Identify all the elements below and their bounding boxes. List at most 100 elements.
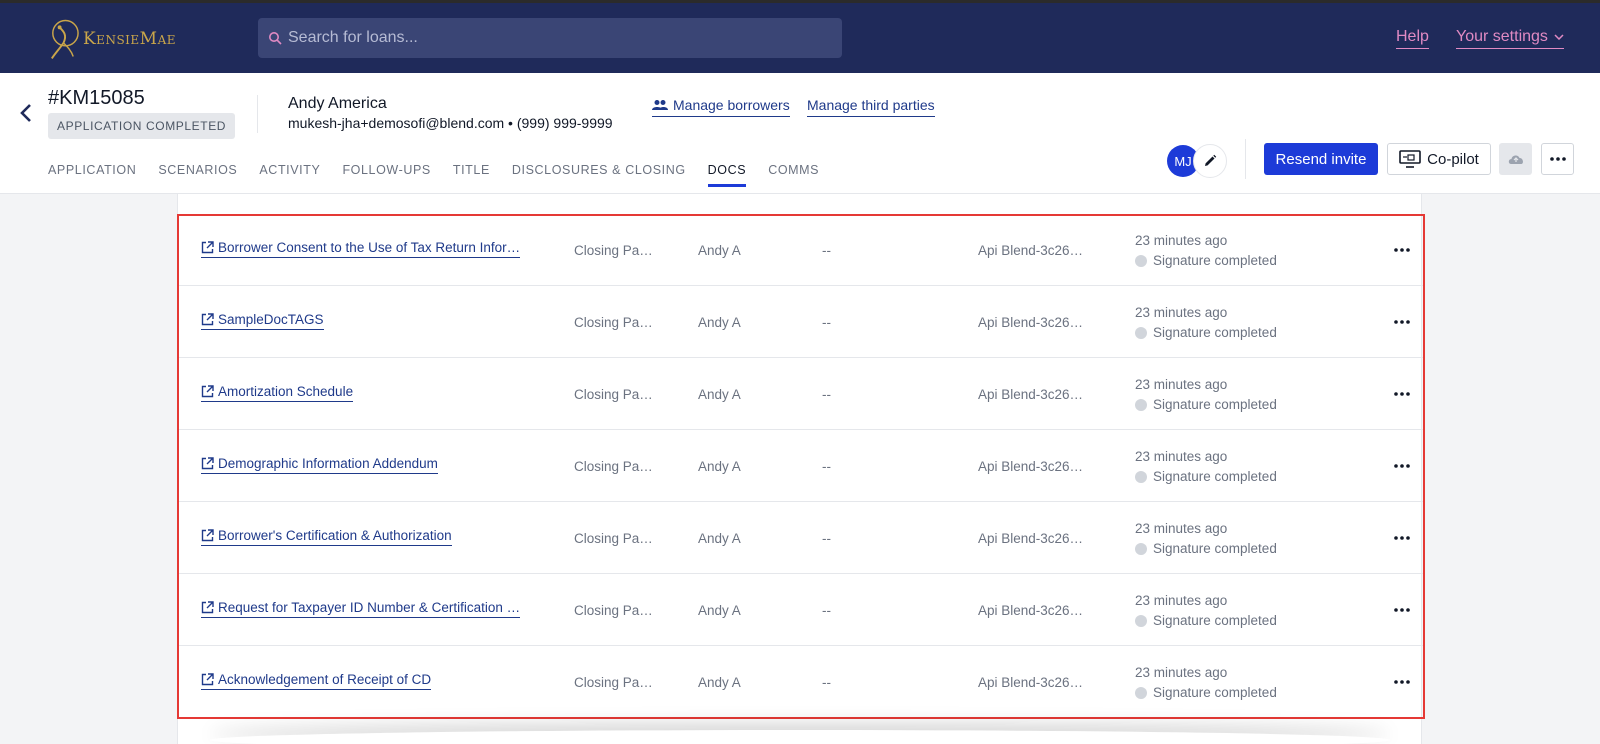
doc-assignee: Andy A (698, 603, 741, 618)
settings-menu[interactable]: Your settings (1456, 28, 1564, 49)
row-more-button[interactable] (1391, 673, 1413, 691)
status-dot-icon (1135, 686, 1147, 699)
doc-package: Closing Pa… (574, 459, 653, 474)
doc-assignee: Andy A (698, 459, 741, 474)
pencil-icon (1205, 154, 1217, 166)
status-dot-icon (1135, 398, 1147, 411)
table-row: Borrower's Certification & Authorization… (178, 502, 1423, 574)
help-link[interactable]: Help (1396, 28, 1429, 49)
doc-link[interactable]: Amortization Schedule (201, 384, 354, 402)
borrower-contact: mukesh-jha+demosofi@blend.com • (999) 99… (288, 115, 613, 131)
doc-time: 23 minutes ago (1135, 665, 1228, 680)
doc-status: Signature completed (1135, 685, 1277, 700)
doc-name: Borrower's Certification & Authorization (218, 528, 452, 543)
doc-link[interactable]: Demographic Information Addendum (201, 456, 438, 474)
tab-comms[interactable]: COMMS (768, 163, 819, 187)
doc-assignee: Andy A (698, 531, 741, 546)
more-horizontal-icon (1394, 608, 1410, 612)
row-more-button[interactable] (1391, 457, 1413, 475)
tab-scenarios[interactable]: SCENARIOS (158, 163, 237, 187)
doc-link[interactable]: Acknowledgement of Receipt of CD (201, 672, 432, 690)
row-more-button[interactable] (1391, 529, 1413, 547)
doc-package: Closing Pa… (574, 603, 653, 618)
tab-activity[interactable]: ACTIVITY (259, 163, 320, 187)
doc-name: Amortization Schedule (218, 384, 354, 399)
more-horizontal-icon (1394, 536, 1410, 540)
loan-header: #KM15085 APPLICATION COMPLETED Andy Amer… (0, 73, 1600, 194)
doc-link[interactable]: Borrower's Certification & Authorization (201, 528, 452, 546)
doc-extra: -- (822, 243, 831, 258)
doc-status: Signature completed (1135, 397, 1277, 412)
cloud-upload-icon (1508, 155, 1523, 164)
table-row: SampleDocTAGS Closing Pa… Andy A -- Api … (178, 286, 1423, 358)
status-dot-icon (1135, 614, 1147, 627)
doc-time: 23 minutes ago (1135, 305, 1228, 320)
doc-package: Closing Pa… (574, 675, 653, 690)
doc-status: Signature completed (1135, 541, 1277, 556)
resend-invite-button[interactable]: Resend invite (1264, 143, 1378, 175)
open-external-icon (201, 241, 214, 254)
table-row: Borrower Consent to the Use of Tax Retur… (178, 214, 1423, 286)
doc-name: SampleDocTAGS (218, 312, 324, 327)
row-more-button[interactable] (1391, 385, 1413, 403)
header-divider (257, 95, 258, 133)
doc-status: Signature completed (1135, 469, 1277, 484)
doc-extra: -- (822, 603, 831, 618)
next-card-shadow (210, 730, 1390, 744)
status-dot-icon (1135, 326, 1147, 339)
open-external-icon (201, 313, 214, 326)
doc-status: Signature completed (1135, 325, 1277, 340)
tab-follow-ups[interactable]: FOLLOW-UPS (342, 163, 430, 187)
doc-link[interactable]: SampleDocTAGS (201, 312, 324, 330)
doc-assignee: Andy A (698, 315, 741, 330)
actions-divider (1245, 139, 1246, 179)
edit-assignee-button[interactable] (1193, 144, 1227, 178)
brand-name: KensieMae (82, 29, 176, 49)
doc-source: Api Blend-3c26… (978, 243, 1084, 258)
doc-status: Signature completed (1135, 613, 1277, 628)
open-external-icon (201, 529, 214, 542)
doc-status-label: Signature completed (1153, 469, 1277, 484)
doc-name: Acknowledgement of Receipt of CD (218, 672, 432, 687)
manage-borrowers-link[interactable]: Manage borrowers (652, 97, 790, 117)
doc-link[interactable]: Request for Taxpayer ID Number & Certifi… (201, 600, 521, 618)
brand-logo[interactable]: KensieMae (46, 15, 176, 63)
doc-source: Api Blend-3c26… (978, 315, 1084, 330)
doc-source: Api Blend-3c26… (978, 459, 1084, 474)
tab-docs[interactable]: DOCS (707, 163, 747, 187)
tab-application[interactable]: APPLICATION (48, 163, 136, 187)
doc-assignee: Andy A (698, 675, 741, 690)
search-icon (269, 32, 282, 45)
status-badge: APPLICATION COMPLETED (48, 113, 236, 139)
row-more-button[interactable] (1391, 313, 1413, 331)
doc-package: Closing Pa… (574, 243, 653, 258)
doc-extra: -- (822, 531, 831, 546)
doc-status-label: Signature completed (1153, 613, 1277, 628)
doc-link[interactable]: Borrower Consent to the Use of Tax Retur… (201, 240, 521, 258)
manage-third-parties-link[interactable]: Manage third parties (807, 97, 935, 117)
peacock-logo-icon (51, 19, 79, 59)
more-horizontal-icon (1394, 680, 1410, 684)
top-navbar: KensieMae Help Your settings (0, 0, 1600, 73)
more-actions-button[interactable] (1541, 143, 1574, 175)
copilot-button[interactable]: Co-pilot (1387, 143, 1491, 175)
doc-source: Api Blend-3c26… (978, 603, 1084, 618)
search-input[interactable] (288, 29, 828, 47)
doc-name: Demographic Information Addendum (218, 456, 438, 471)
doc-name: Borrower Consent to the Use of Tax Retur… (218, 240, 521, 255)
back-arrow-icon[interactable] (16, 101, 36, 125)
tab-disclosures-closing[interactable]: DISCLOSURES & CLOSING (512, 163, 686, 187)
table-row: Request for Taxpayer ID Number & Certifi… (178, 574, 1423, 646)
table-row: Acknowledgement of Receipt of CD Closing… (178, 646, 1423, 718)
row-more-button[interactable] (1391, 241, 1413, 259)
doc-status-label: Signature completed (1153, 397, 1277, 412)
loan-search[interactable] (258, 18, 842, 58)
doc-time: 23 minutes ago (1135, 593, 1228, 608)
tab-title[interactable]: TITLE (453, 163, 490, 187)
doc-status: Signature completed (1135, 253, 1277, 268)
more-horizontal-icon (1394, 248, 1410, 252)
doc-assignee: Andy A (698, 243, 741, 258)
row-more-button[interactable] (1391, 601, 1413, 619)
chevron-down-icon (1554, 34, 1564, 40)
upload-button[interactable] (1499, 143, 1532, 175)
